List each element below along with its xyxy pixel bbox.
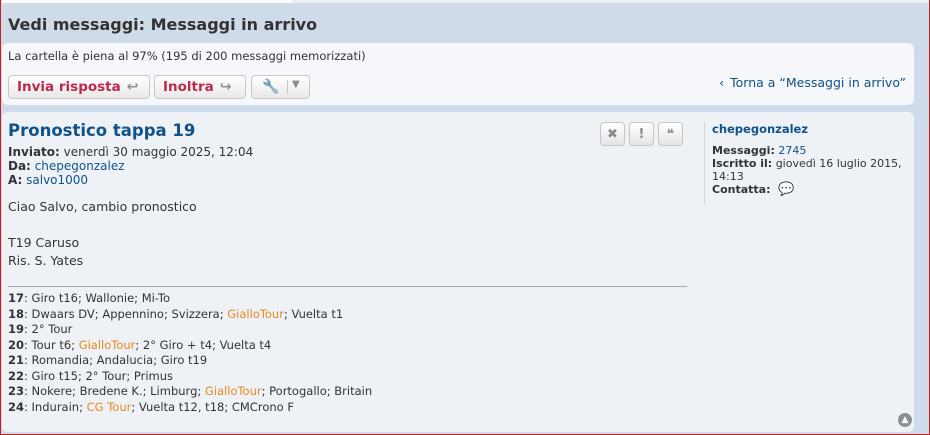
signature-line: 21: Romandia; Andalucia; Giro t19 (8, 353, 207, 367)
forward-button-label: Inoltra (163, 79, 214, 95)
signature-line: 23: Nokere; Bredene K.; Limburg; GialloT… (8, 384, 372, 398)
joined-label: Iscritto il: (712, 157, 773, 170)
chevron-up-icon: ▲ (901, 415, 909, 425)
reply-arrow-icon: ↩ (126, 79, 139, 95)
post-count: Messaggi: 2745 (712, 144, 806, 157)
signature-year: 19 (8, 322, 25, 336)
back-to-inbox-link[interactable]: ‹ Torna a “Messaggi in arrivo” (719, 75, 906, 90)
signature-text: : Giro t16; Wallonie; Mi-To (24, 291, 171, 305)
signature-text: ; Portogallo; Britain (261, 384, 373, 398)
signature-line: 18: Dwaars DV; Appennino; Svizzera; Gial… (8, 307, 343, 321)
tools-dropdown-button[interactable]: 🔧 ▼ (251, 75, 310, 99)
signature-year: 22 (8, 368, 25, 383)
signature-text: : Nokere; Bredene K.; Limburg; (24, 384, 205, 398)
exclamation-icon: ! (638, 126, 645, 142)
message-body-line: Ciao Salvo, cambio pronostico (8, 199, 197, 214)
signature-text: ; Vuelta t12, t18; CMCrono F (131, 399, 294, 414)
signature-text: : Tour t6; (24, 337, 79, 352)
signature-line: 24: Indurain; CG Tour; Vuelta t12, t18; … (8, 400, 294, 414)
signature-line: 22: Giro t15; 2° Tour; Primus (8, 369, 173, 383)
signature-text: : Dwaars DV; Appennino; Svizzera; (24, 306, 228, 321)
sent-value: venerdì 30 maggio 2025, 12:04 (63, 145, 254, 159)
reply-button-label: Invia risposta (17, 79, 121, 95)
profile-separator (704, 122, 705, 204)
signature-line: 19: 2° Tour (8, 322, 72, 336)
toolbar-panel: La cartella è piena al 97% (195 di 200 m… (2, 43, 914, 105)
signature-year: 23 (8, 384, 25, 398)
recipient: A: salvo1000 (8, 173, 88, 187)
signature-text: : 2° Tour (24, 322, 73, 336)
reply-button[interactable]: Invia risposta ↩ (8, 75, 150, 99)
to-label: A: (8, 173, 23, 187)
author-name-link[interactable]: chepegonzalez (712, 122, 808, 136)
sender: Da: chepegonzalez (8, 159, 125, 173)
back-link-label: Torna a “Messaggi in arrivo” (730, 75, 906, 90)
signature-highlight: GialloTour (204, 384, 262, 398)
signature-text: ; Vuelta t1 (283, 306, 344, 321)
sent-date: Inviato: venerdì 30 maggio 2025, 12:04 (8, 145, 253, 159)
active-tab (2, 0, 292, 3)
signature-highlight: CG Tour (86, 399, 132, 414)
sent-label: Inviato: (8, 145, 60, 159)
join-date: Iscritto il: giovedì 16 luglio 2015, 14:… (712, 157, 902, 183)
signature-text: : Indurain; (24, 399, 87, 414)
contact-label: Contatta: (712, 183, 771, 196)
chevron-down-icon: ▼ (292, 79, 300, 90)
signature-line: 20: Tour t6; GialloTour; 2° Giro + t4; V… (8, 338, 271, 352)
page-title: Vedi messaggi: Messaggi in arrivo (8, 15, 318, 34)
delete-button[interactable]: ✖ (600, 122, 625, 146)
signature-year: 24 (8, 399, 25, 414)
tab-strip (2, 0, 929, 3)
folder-capacity: La cartella è piena al 97% (195 di 200 m… (8, 49, 366, 63)
from-user-link[interactable]: chepegonzalez (35, 159, 125, 173)
close-icon: ✖ (607, 126, 618, 142)
page-frame: Vedi messaggi: Messaggi in arrivo La car… (0, 0, 930, 435)
signature-year: 20 (8, 337, 25, 352)
posts-label: Messaggi: (712, 144, 775, 157)
signature-year: 21 (8, 353, 25, 367)
signature-highlight: GialloTour (78, 337, 136, 352)
signature-year: 18 (8, 306, 25, 321)
contact: Contatta: 💬 (712, 183, 794, 196)
message-panel: Pronostico tappa 19 Inviato: venerdì 30 … (2, 112, 914, 432)
signature-year: 17 (8, 291, 25, 305)
chevron-left-icon: ‹ (719, 75, 725, 90)
to-user-link[interactable]: salvo1000 (26, 173, 88, 187)
forward-button[interactable]: Inoltra ↪ (154, 75, 246, 99)
posts-value-link[interactable]: 2745 (778, 144, 806, 157)
message-title[interactable]: Pronostico tappa 19 (8, 121, 195, 140)
speech-bubble-icon[interactable]: 💬 (778, 182, 794, 197)
tools-separator (287, 80, 288, 94)
message-body-line: T19 Caruso (8, 235, 80, 250)
signature-divider (8, 286, 687, 287)
signature-text: : Giro t15; 2° Tour; Primus (24, 368, 174, 383)
message-body-line: Ris. S. Yates (8, 253, 84, 268)
signature-text: : Romandia; Andalucia; Giro t19 (24, 353, 208, 367)
quote-icon: ❝ (666, 126, 675, 142)
report-button[interactable]: ! (629, 122, 654, 146)
quote-button[interactable]: ❝ (658, 122, 683, 146)
signature-line: 17: Giro t16; Wallonie; Mi-To (8, 291, 170, 305)
signature-highlight: GialloTour (227, 306, 284, 321)
forward-arrow-icon: ↪ (219, 79, 232, 95)
signature-text: ; 2° Giro + t4; Vuelta t4 (135, 337, 272, 352)
back-to-top-button[interactable]: ▲ (898, 413, 912, 427)
wrench-icon: 🔧 (262, 79, 280, 95)
from-label: Da: (8, 159, 31, 173)
